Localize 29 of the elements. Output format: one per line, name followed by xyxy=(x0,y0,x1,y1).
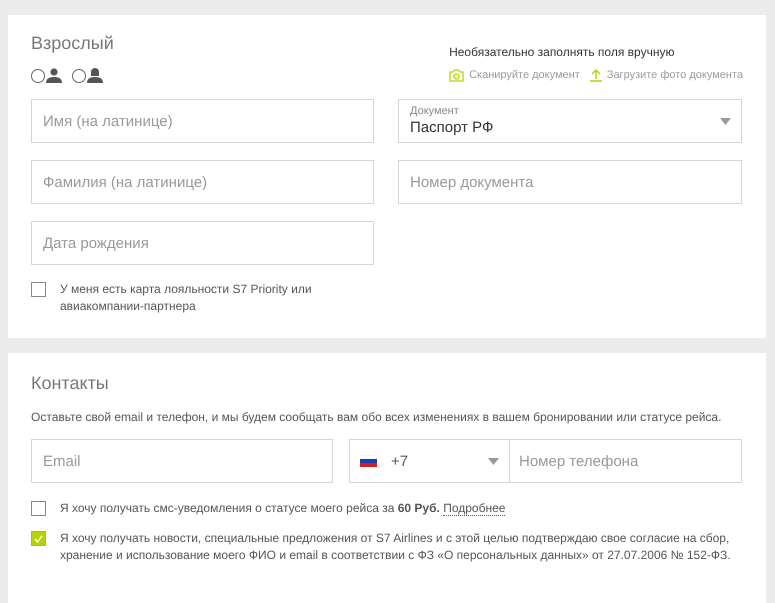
checkmark-icon xyxy=(34,534,43,542)
last-name-field[interactable]: Фамилия (на латинице) xyxy=(31,160,374,204)
caret-icon xyxy=(488,458,499,465)
caret-icon xyxy=(720,118,731,125)
details-link[interactable]: Подробнее xyxy=(443,501,506,516)
contacts-title: Контакты xyxy=(31,373,110,394)
passenger-title: Взрослый xyxy=(31,33,114,54)
flag-icon xyxy=(360,455,377,467)
document-select[interactable]: Документ Паспорт РФ xyxy=(398,99,742,143)
document-number-field[interactable]: Номер документа xyxy=(398,160,742,204)
camera-icon xyxy=(449,68,464,82)
woman-icon xyxy=(87,68,103,83)
loyalty-checkbox[interactable] xyxy=(31,282,46,297)
manual-fill-note: Необязательно заполнять поля вручную xyxy=(449,45,676,59)
first-name-field[interactable]: Имя (на латинице) xyxy=(31,99,374,143)
upload-icon xyxy=(590,68,602,82)
consent-text: Я хочу получать смс-уведомления о статусе моего рейса за 60 Руб. Подробнее xyxy=(60,500,506,517)
phone-number-field[interactable]: Номер телефона xyxy=(510,439,742,483)
loyalty-label: У меня есть карта лояльности S7 Priority или авиакомпании-партнера xyxy=(60,281,313,315)
contacts-description: Оставьте свой email и телефон, и мы будем сообщать вам обо всех изменениях в вашем бронировании или статусе рейса. xyxy=(31,410,722,424)
consent-text: Я хочу получать новости, специальные предложения от S7 Airlines и с этой целью подтверждаю свое согласие на сбор, хранение и использование моего ФИО и email в соответствии с ФЗ «О персональных данных» от 27.07.2006 № 152-ФЗ. xyxy=(60,530,732,564)
gender-radio[interactable] xyxy=(31,68,45,82)
consent-checkbox[interactable] xyxy=(31,501,46,516)
country-code-select[interactable]: +7 xyxy=(349,439,510,483)
gender-radio[interactable] xyxy=(72,68,86,82)
birth-date-field[interactable]: Дата рождения xyxy=(31,221,374,265)
consent-checkbox[interactable] xyxy=(31,531,46,546)
email-field[interactable]: Email xyxy=(31,439,333,483)
man-icon xyxy=(46,68,62,83)
